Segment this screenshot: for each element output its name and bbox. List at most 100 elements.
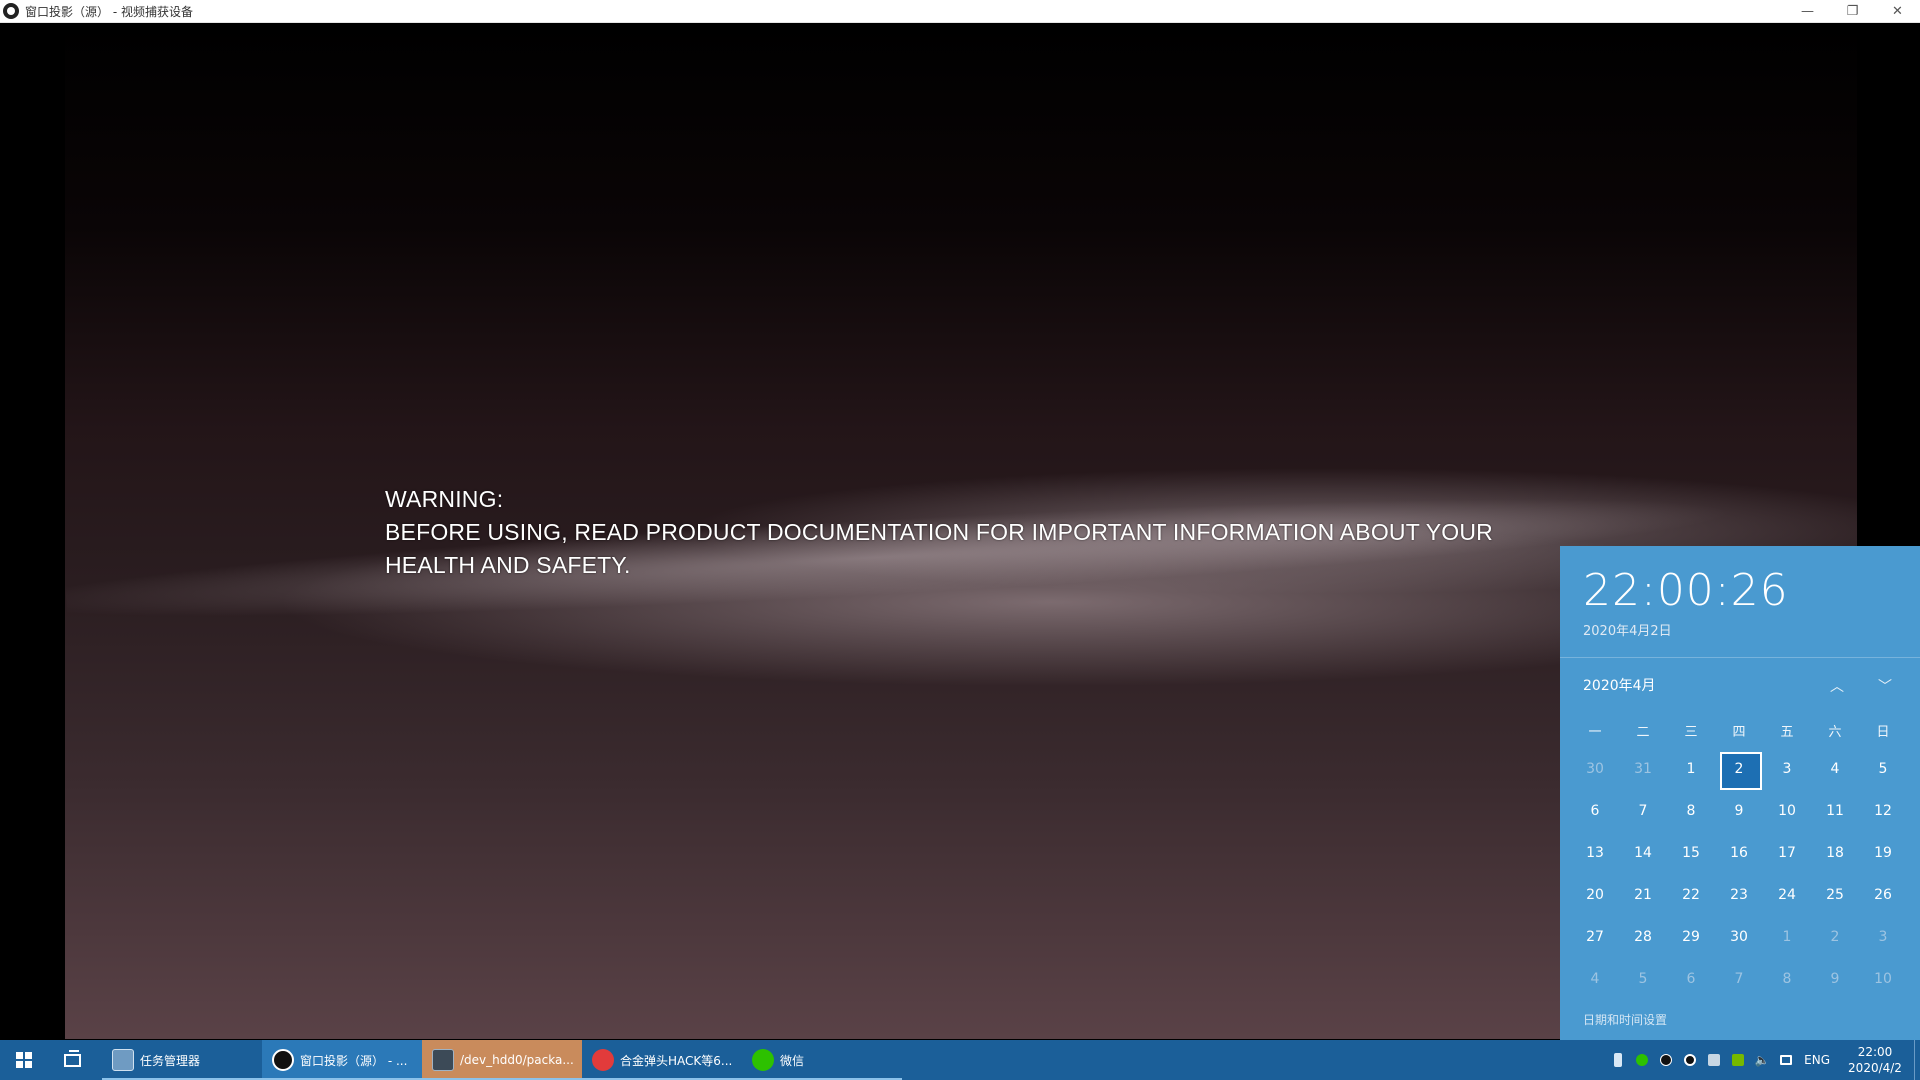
device-tray-icon[interactable]: [1704, 1040, 1724, 1080]
calendar-day[interactable]: 13: [1571, 832, 1619, 874]
date-time-settings-link[interactable]: 日期和时间设置: [1583, 1011, 1667, 1028]
usb-icon[interactable]: [1608, 1040, 1628, 1080]
calendar-day[interactable]: 18: [1811, 832, 1859, 874]
volume-icon[interactable]: 🔈: [1752, 1040, 1772, 1080]
window-controls: — ❐ ✕: [1785, 0, 1920, 23]
calendar-day[interactable]: 30: [1715, 916, 1763, 958]
calendar-day[interactable]: 8: [1763, 958, 1811, 1000]
calendar-day-number: 30: [1586, 761, 1604, 777]
calendar-day[interactable]: 5: [1859, 748, 1907, 790]
calendar-day-number: 2: [1734, 761, 1744, 777]
previous-month-button[interactable]: ︿: [1825, 674, 1849, 698]
calendar-day-number: 10: [1874, 971, 1892, 987]
calendar-day-number: 30: [1730, 929, 1748, 945]
taskbar-date: 2020/4/2: [1848, 1061, 1902, 1075]
calendar-day[interactable]: 14: [1619, 832, 1667, 874]
calendar-day[interactable]: 5: [1619, 958, 1667, 1000]
wechat-tray-icon[interactable]: [1632, 1040, 1652, 1080]
obs-icon: [272, 1049, 294, 1071]
calendar-day[interactable]: 8: [1667, 790, 1715, 832]
calendar-day-number: 25: [1826, 887, 1844, 903]
calendar-day-number: 21: [1634, 887, 1652, 903]
calendar-grid: 一 二 三 四 五 六 日 30 31 1 2 3 4 5 6 7 8 9 10 11 12 13 14 15 1…: [1560, 712, 1908, 1000]
calendar-day-number: 23: [1730, 887, 1748, 903]
calendar-day-number: 10: [1778, 803, 1796, 819]
calendar-day[interactable]: 12: [1859, 790, 1907, 832]
calendar-day[interactable]: 6: [1667, 958, 1715, 1000]
calendar-day[interactable]: 22: [1667, 874, 1715, 916]
calendar-day[interactable]: 19: [1859, 832, 1907, 874]
calendar-day[interactable]: 25: [1811, 874, 1859, 916]
calendar-day-number: 3: [1878, 929, 1888, 945]
calendar-day[interactable]: 21: [1619, 874, 1667, 916]
calendar-day[interactable]: 4: [1811, 748, 1859, 790]
calendar-day[interactable]: 9: [1715, 790, 1763, 832]
calendar-day[interactable]: 30: [1571, 748, 1619, 790]
calendar-day[interactable]: 31: [1619, 748, 1667, 790]
calendar-day[interactable]: 1: [1763, 916, 1811, 958]
calendar-day-number: 15: [1682, 845, 1700, 861]
calendar-day-today[interactable]: 2: [1715, 748, 1763, 790]
taskbar-app-button[interactable]: 合金弹头HACK等6...: [582, 1040, 742, 1080]
calendar-day[interactable]: 3: [1859, 916, 1907, 958]
calendar-day[interactable]: 15: [1667, 832, 1715, 874]
taskbar-apps: 任务管理器 窗口投影（源） - ... /dev_hdd0/packa... 合金弹头…: [102, 1040, 902, 1080]
calendar-day[interactable]: 2: [1811, 916, 1859, 958]
obs-app-icon: [3, 3, 19, 19]
calendar-day[interactable]: 11: [1811, 790, 1859, 832]
weekday-label: 二: [1636, 724, 1650, 740]
calendar-day-number: 1: [1686, 761, 1696, 777]
next-month-button[interactable]: ﹀: [1873, 674, 1897, 698]
calendar-day[interactable]: 16: [1715, 832, 1763, 874]
taskbar-app-button[interactable]: 任务管理器: [102, 1040, 262, 1080]
calendar-day[interactable]: 17: [1763, 832, 1811, 874]
network-icon[interactable]: [1776, 1040, 1796, 1080]
calendar-day[interactable]: 10: [1763, 790, 1811, 832]
title-bar: 窗口投影（源） - 视频捕获设备 — ❐ ✕: [0, 0, 1920, 23]
calendar-day[interactable]: 3: [1763, 748, 1811, 790]
qq-tray-icon[interactable]: [1656, 1040, 1676, 1080]
show-desktop-button[interactable]: [1914, 1040, 1920, 1080]
calendar-day-number: 8: [1782, 971, 1792, 987]
calendar-day-number: 17: [1778, 845, 1796, 861]
taskbar-app-button[interactable]: /dev_hdd0/packa...: [422, 1040, 582, 1080]
calendar-day[interactable]: 4: [1571, 958, 1619, 1000]
nvidia-tray-icon[interactable]: [1728, 1040, 1748, 1080]
calendar-day[interactable]: 29: [1667, 916, 1715, 958]
month-label[interactable]: 2020年4月: [1583, 675, 1656, 695]
minimize-button[interactable]: —: [1785, 0, 1830, 23]
taskbar-app-button[interactable]: 微信: [742, 1040, 902, 1080]
calendar-day[interactable]: 26: [1859, 874, 1907, 916]
calendar-day-number: 27: [1586, 929, 1604, 945]
calendar-day[interactable]: 7: [1715, 958, 1763, 1000]
warning-body: BEFORE USING, READ PRODUCT DOCUMENTATION…: [385, 519, 1493, 578]
taskbar-clock[interactable]: 22:00 2020/4/2: [1840, 1044, 1910, 1076]
windows-icon: [16, 1052, 32, 1068]
calendar-day-number: 5: [1878, 761, 1888, 777]
input-language-indicator[interactable]: ENG: [1804, 1053, 1830, 1067]
calendar-day[interactable]: 27: [1571, 916, 1619, 958]
task-view-button[interactable]: [48, 1040, 96, 1080]
calendar-day-number: 5: [1638, 971, 1648, 987]
calendar-day[interactable]: 10: [1859, 958, 1907, 1000]
calendar-day[interactable]: 7: [1619, 790, 1667, 832]
close-button[interactable]: ✕: [1875, 0, 1920, 23]
calendar-day[interactable]: 28: [1619, 916, 1667, 958]
calendar-day[interactable]: 23: [1715, 874, 1763, 916]
wechat-icon: [752, 1049, 774, 1071]
calendar-day[interactable]: 9: [1811, 958, 1859, 1000]
obs-tray-icon[interactable]: [1680, 1040, 1700, 1080]
start-button[interactable]: [0, 1040, 48, 1080]
taskbar-app-label: 微信: [780, 1053, 805, 1068]
calendar-day[interactable]: 20: [1571, 874, 1619, 916]
restore-button[interactable]: ❐: [1830, 0, 1875, 23]
calendar-day[interactable]: 24: [1763, 874, 1811, 916]
taskbar-app-button[interactable]: 窗口投影（源） - ...: [262, 1040, 422, 1080]
calendar-day-number: 3: [1782, 761, 1792, 777]
calendar-week: 30 31 1 2 3 4 5: [1571, 748, 1908, 790]
flyout-date[interactable]: 2020年4月2日: [1583, 620, 1920, 639]
weekday-label: 三: [1684, 724, 1698, 740]
calendar-week: 27 28 29 30 1 2 3: [1571, 916, 1908, 958]
calendar-day[interactable]: 1: [1667, 748, 1715, 790]
calendar-day[interactable]: 6: [1571, 790, 1619, 832]
